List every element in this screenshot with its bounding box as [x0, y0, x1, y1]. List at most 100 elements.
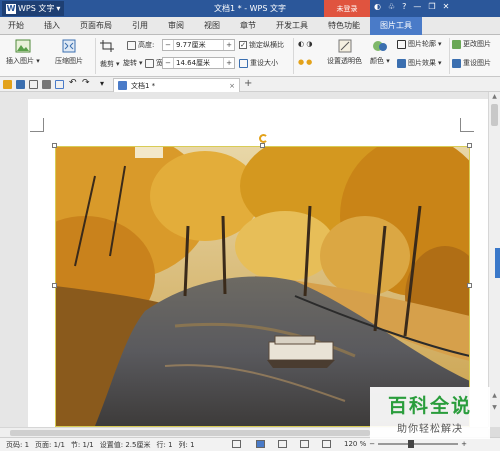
- tab-references[interactable]: 引用: [122, 17, 158, 35]
- redo-icon[interactable]: ↷: [82, 78, 90, 88]
- help-icon[interactable]: ?: [402, 2, 406, 11]
- outline-icon: [397, 39, 406, 49]
- status-page-number: 页码: 1: [6, 440, 30, 449]
- title-bar: W WPS 文字 ▾ 文档1 * - WPS 文字 未登录 ◐ ♧ ? — ❐ …: [0, 0, 500, 17]
- page-up-icon[interactable]: ▲: [489, 392, 500, 399]
- height-stepper[interactable]: − 9.77厘米 +: [162, 39, 235, 51]
- web-view-icon[interactable]: [300, 440, 309, 448]
- plus-icon[interactable]: +: [224, 41, 234, 49]
- change-picture-button[interactable]: 更改图片: [452, 39, 491, 49]
- scrollbar-thumb[interactable]: [491, 104, 498, 126]
- tab-insert[interactable]: 插入: [34, 17, 70, 35]
- compress-picture-button[interactable]: 压缩图片: [55, 39, 83, 66]
- transparent-color-icon: [338, 39, 351, 53]
- scroll-up-icon[interactable]: ▲: [489, 93, 500, 100]
- undo-icon[interactable]: ↶: [69, 78, 77, 88]
- add-tab-button[interactable]: +: [244, 78, 252, 89]
- effect-icon: [397, 58, 406, 68]
- ribbon-tabs: 开始 插入 页面布局 引用 审阅 视图 章节 开发工具 特色功能 图片工具: [0, 16, 500, 35]
- print-icon[interactable]: [42, 80, 51, 89]
- scroll-down-icon[interactable]: ▼: [489, 404, 500, 411]
- resize-handle[interactable]: [467, 143, 472, 148]
- outline-view-icon[interactable]: [278, 440, 287, 448]
- chevron-down-icon[interactable]: ▾: [100, 79, 104, 88]
- compress-icon: [62, 39, 76, 53]
- close-icon[interactable]: ✕: [443, 2, 450, 11]
- zoom-control[interactable]: 120 % − +: [344, 440, 467, 448]
- tab-picture-tools[interactable]: 图片工具: [370, 16, 422, 35]
- export-pdf-icon[interactable]: [29, 80, 38, 89]
- tab-chapter[interactable]: 章节: [230, 17, 266, 35]
- contrast-icon[interactable]: ● ●: [298, 58, 312, 66]
- zoom-in-icon[interactable]: +: [461, 440, 467, 448]
- checkbox-checked-icon: ✓: [239, 41, 247, 49]
- save-icon[interactable]: [16, 80, 25, 89]
- watermark-title: 百科全说: [387, 395, 472, 417]
- minus-icon[interactable]: −: [163, 41, 173, 49]
- minimize-icon[interactable]: —: [413, 2, 421, 11]
- skin-icon[interactable]: ◐: [374, 2, 381, 11]
- watermark-subtitle: 助你轻松解决: [397, 424, 463, 435]
- resize-handle[interactable]: [52, 143, 57, 148]
- reading-view-icon[interactable]: [322, 440, 331, 448]
- status-row: 行: 1: [156, 440, 173, 449]
- zoom-level: 120 %: [344, 440, 367, 448]
- change-picture-icon: [452, 39, 461, 49]
- scrollbar-thumb[interactable]: [10, 430, 370, 436]
- reset-size-button[interactable]: 重设大小: [239, 58, 278, 68]
- login-button[interactable]: 未登录: [324, 0, 370, 17]
- full-screen-icon[interactable]: [232, 440, 241, 448]
- status-setting: 设置值: 2.5厘米: [99, 440, 151, 449]
- tab-home[interactable]: 开始: [0, 17, 34, 35]
- plus-icon[interactable]: +: [224, 59, 234, 67]
- tab-page-layout[interactable]: 页面布局: [70, 17, 122, 35]
- tab-review[interactable]: 审阅: [158, 17, 194, 35]
- resize-handle[interactable]: [467, 283, 472, 288]
- color-palette-icon: [372, 41, 387, 51]
- reset-size-icon: [239, 58, 248, 68]
- resize-handle[interactable]: [260, 143, 265, 148]
- picture-icon: [15, 39, 31, 53]
- ribbon-panel: 插入图片 ▾ 压缩图片 裁剪 ▾ 高度: − 9.77厘米 + 旋转 ▾ 宽度:…: [0, 35, 500, 77]
- margin-corner-marker: [460, 118, 474, 132]
- page-view-icon[interactable]: [256, 440, 265, 448]
- set-transparent-button[interactable]: 设置透明色: [327, 39, 362, 66]
- status-column: 列: 1: [178, 440, 195, 449]
- reset-picture-icon: [452, 58, 461, 68]
- status-section: 节: 1/1: [70, 440, 94, 449]
- brightness-icon[interactable]: ◐ ◑: [298, 40, 312, 48]
- margin-corner-marker: [30, 118, 44, 132]
- restore-icon[interactable]: ❐: [428, 2, 435, 11]
- zoom-slider-knob[interactable]: [408, 440, 415, 448]
- rotate-handle-icon[interactable]: [259, 134, 268, 143]
- tab-developer[interactable]: 开发工具: [266, 17, 318, 35]
- tab-special-features[interactable]: 特色功能: [318, 17, 370, 35]
- resize-handle[interactable]: [52, 283, 57, 288]
- document-tab[interactable]: 文档1 * ×: [113, 78, 240, 92]
- picture-outline-button[interactable]: 图片轮廓 ▾: [397, 39, 442, 49]
- color-button[interactable]: 颜色 ▾: [370, 39, 390, 66]
- print-preview-icon[interactable]: [55, 80, 64, 89]
- watermark-logo: 百科全说 助你轻松解决: [370, 387, 490, 439]
- height-icon: [127, 40, 136, 50]
- hat-icon[interactable]: ♧: [388, 2, 395, 11]
- lock-ratio-checkbox[interactable]: ✓ 锁定纵横比: [239, 40, 284, 50]
- close-tab-icon[interactable]: ×: [229, 82, 235, 90]
- crop-icon[interactable]: [100, 40, 114, 52]
- tab-view[interactable]: 视图: [194, 17, 230, 35]
- zoom-slider[interactable]: [378, 440, 459, 448]
- reset-picture-button[interactable]: 重设图片: [452, 58, 491, 68]
- width-icon: [145, 58, 154, 68]
- insert-picture-button[interactable]: 插入图片 ▾: [6, 39, 40, 66]
- autumn-canal-photo[interactable]: [55, 146, 470, 426]
- zoom-out-icon[interactable]: −: [369, 440, 375, 448]
- document-icon: [118, 81, 127, 90]
- picture-effect-button[interactable]: 图片效果 ▾: [397, 58, 442, 68]
- crop-button[interactable]: 裁剪 ▾: [100, 59, 120, 69]
- vertical-scrollbar[interactable]: ▲ ▲ ▼: [488, 92, 500, 427]
- side-panel-tab[interactable]: [495, 248, 500, 278]
- width-stepper[interactable]: − 14.64厘米 +: [162, 57, 235, 69]
- open-icon[interactable]: [3, 80, 12, 89]
- minus-icon[interactable]: −: [163, 59, 173, 67]
- rotate-button[interactable]: 旋转 ▾: [123, 58, 143, 68]
